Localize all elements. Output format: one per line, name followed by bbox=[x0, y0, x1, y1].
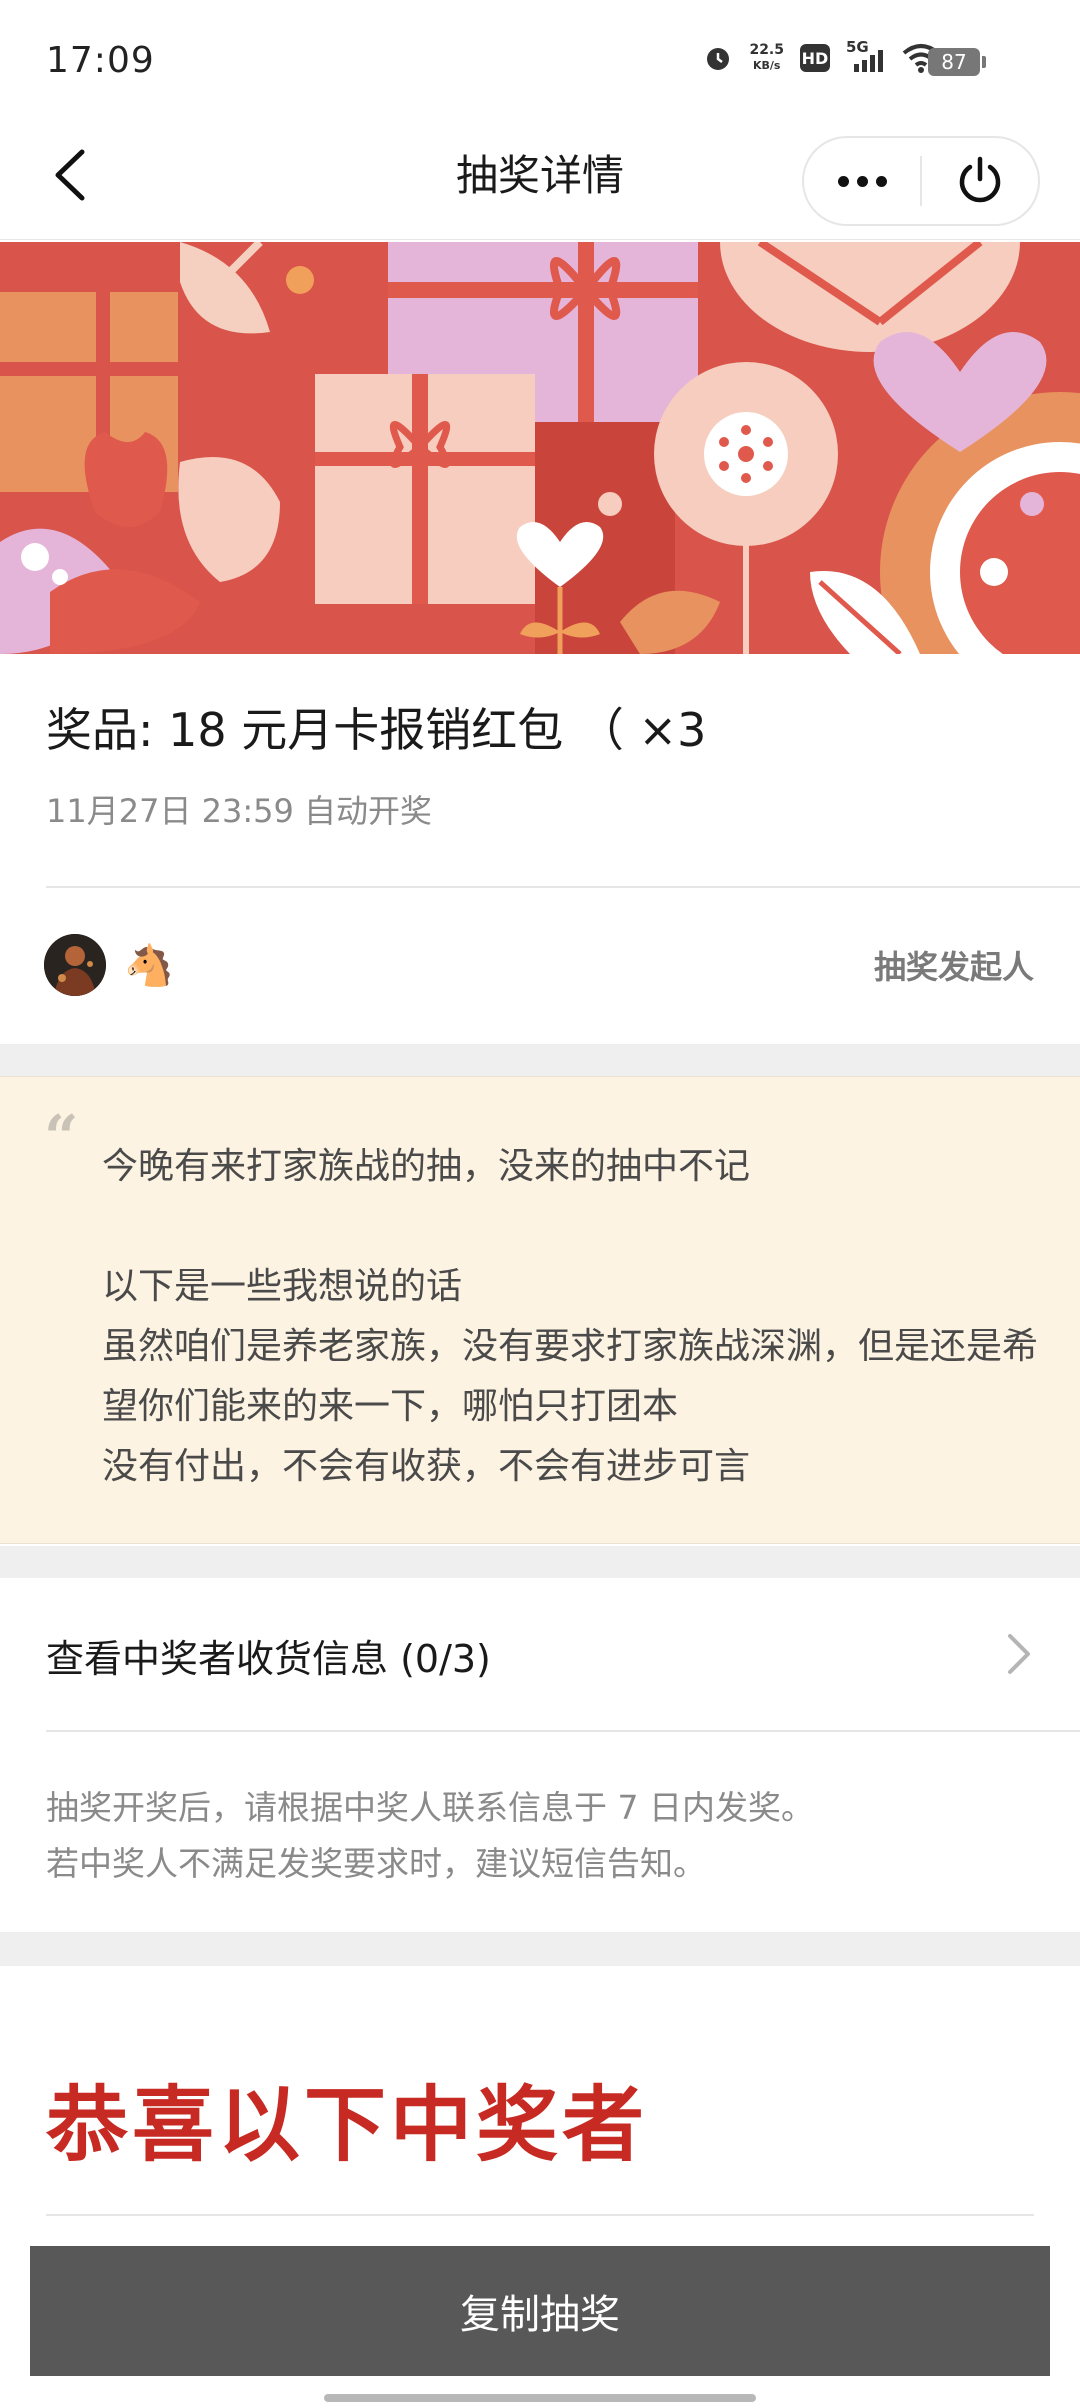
note-line: 若中奖人不满足发奖要求时，建议短信告知。 bbox=[46, 1844, 706, 1883]
draw-time: 11月27日 23:59 自动开奖 bbox=[46, 792, 433, 830]
view-winner-shipping-info[interactable]: 查看中奖者收货信息 (0/3) bbox=[0, 1578, 1080, 1730]
power-icon bbox=[959, 156, 1001, 203]
initiator-message: “ 今晚有来打家族战的抽，没来的抽中不记 以下是一些我想说的话 虽然咱们是养老家… bbox=[0, 1076, 1080, 1544]
alarm-icon bbox=[703, 43, 733, 73]
status-time: 17:09 bbox=[46, 40, 155, 81]
prize-title: 奖品: 18 元月卡报销红包 （ ×3 bbox=[46, 703, 707, 757]
divider bbox=[46, 2214, 1034, 2216]
lottery-banner bbox=[0, 242, 1080, 654]
close-program-button[interactable] bbox=[922, 138, 1038, 224]
section-gap bbox=[0, 1546, 1080, 1578]
network-speed: 22.5 KB/s bbox=[749, 43, 784, 73]
more-dot bbox=[856, 175, 868, 187]
chevron-right-icon bbox=[1008, 1634, 1030, 1674]
divider bbox=[46, 1730, 1080, 1732]
more-button[interactable] bbox=[804, 138, 920, 224]
winner-info-label: 查看中奖者收货信息 (0/3) bbox=[46, 1637, 491, 1681]
status-icons: 22.5 KB/s HD 5G bbox=[703, 38, 940, 74]
divider bbox=[46, 886, 1080, 888]
message-text: 今晚有来打家族战的抽，没来的抽中不记 以下是一些我想说的话 虽然咱们是养老家族，… bbox=[102, 1137, 1042, 1497]
prize-delivery-notes: 抽奖开奖后，请根据中奖人联系信息于 7 日内发奖。 若中奖人不满足发奖要求时，建… bbox=[46, 1780, 814, 1892]
network-speed-unit: KB/s bbox=[752, 59, 781, 72]
message-line bbox=[102, 1197, 1042, 1257]
gift-flowers-illustration bbox=[0, 242, 1080, 654]
more-dot bbox=[837, 175, 849, 187]
message-line: 没有付出，不会有收获，不会有进步可言 bbox=[102, 1446, 751, 1487]
home-indicator[interactable] bbox=[324, 2394, 756, 2402]
hd-icon: HD bbox=[800, 44, 830, 72]
mini-program-capsule bbox=[802, 136, 1040, 226]
message-line: 虽然咱们是养老家族，没有要求打家族战深渊，但是还是希望你们能来的来一下，哪怕只打… bbox=[102, 1326, 1039, 1427]
initiator-avatar[interactable] bbox=[44, 934, 106, 996]
initiator-nickname: 🐴 bbox=[124, 943, 174, 989]
cellular-signal-icon: 5G bbox=[846, 38, 886, 74]
status-bar: 17:09 22.5 KB/s HD 5G 87 bbox=[0, 0, 1080, 120]
copy-lottery-button[interactable]: 复制抽奖 bbox=[30, 2246, 1050, 2376]
initiator-label: 抽奖发起人 bbox=[873, 948, 1034, 986]
section-gap bbox=[0, 1044, 1080, 1076]
navigation-bar: 抽奖详情 bbox=[0, 120, 1080, 240]
network-speed-value: 22.5 bbox=[749, 42, 784, 58]
winners-heading: 恭喜以下中奖者 bbox=[46, 2077, 649, 2173]
section-gap bbox=[0, 1932, 1080, 1966]
initiator-row[interactable]: 🐴 抽奖发起人 bbox=[0, 890, 1080, 1044]
more-dot bbox=[875, 175, 887, 187]
battery-indicator: 87 bbox=[928, 48, 986, 76]
message-line: 今晚有来打家族战的抽，没来的抽中不记 bbox=[102, 1146, 751, 1187]
message-line: 以下是一些我想说的话 bbox=[102, 1266, 463, 1307]
quote-mark-icon: “ bbox=[44, 1103, 79, 1173]
note-line: 抽奖开奖后，请根据中奖人联系信息于 7 日内发奖。 bbox=[46, 1788, 814, 1827]
